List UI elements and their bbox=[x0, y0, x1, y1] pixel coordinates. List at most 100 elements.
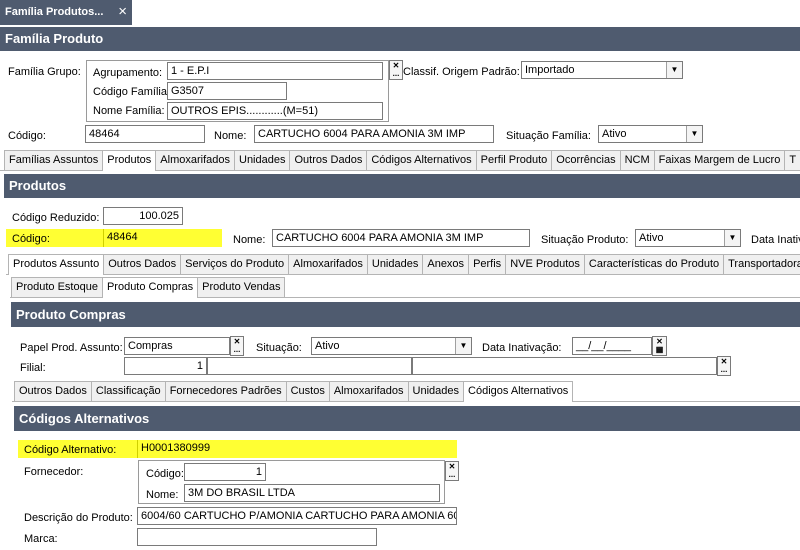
produto-nome-field[interactable]: CARTUCHO 6004 PARA AMONIA 3M IMP bbox=[272, 229, 530, 247]
tab-perfis[interactable]: Perfis bbox=[468, 254, 507, 274]
situacao-produto-label: Situação Produto: bbox=[541, 234, 629, 246]
filial-extra-field[interactable] bbox=[412, 357, 717, 375]
produtos-header: Produtos bbox=[4, 174, 800, 198]
ellipsis-icon[interactable]: ... bbox=[446, 471, 458, 479]
descricao-produto-label: Descrição do Produto: bbox=[24, 512, 133, 524]
filial-codigo-field[interactable]: 1 bbox=[124, 357, 207, 375]
tab-codigos-alternativos-compras[interactable]: Códigos Alternativos bbox=[463, 381, 574, 402]
fornecedor-lookup-button[interactable]: ✕ ... bbox=[445, 461, 459, 481]
nome-familia-label: Nome Família: bbox=[93, 105, 165, 117]
tab-produtos[interactable]: Produtos bbox=[102, 150, 157, 171]
tab-transportadora[interactable]: Transportadora bbox=[723, 254, 800, 274]
tab-familias-assuntos[interactable]: Famílias Assuntos bbox=[4, 150, 104, 170]
classif-select[interactable]: Importado ▼ bbox=[521, 61, 683, 79]
tab-produto-vendas[interactable]: Produto Vendas bbox=[197, 277, 286, 297]
filial-nome-field[interactable] bbox=[207, 357, 412, 375]
tab-classificacao[interactable]: Classificação bbox=[90, 381, 166, 401]
tab-nve-produtos[interactable]: NVE Produtos bbox=[505, 254, 585, 274]
tab-almoxarifados-compras[interactable]: Almoxarifados bbox=[328, 381, 409, 401]
produto-codigo-label: Código: bbox=[12, 233, 50, 245]
codigos-alternativos-header: Códigos Alternativos bbox=[14, 406, 800, 431]
fornecedor-nome-label: Nome: bbox=[146, 489, 179, 501]
tab-more[interactable]: T bbox=[784, 150, 800, 170]
produto-compras-header: Produto Compras bbox=[11, 302, 800, 327]
tab-almoxarifados[interactable]: Almoxarifados bbox=[155, 150, 235, 170]
situacao-familia-label: Situação Família: bbox=[506, 130, 591, 142]
codigo-reduzido-label: Código Reduzido: bbox=[12, 212, 100, 224]
familia-grupo-label: Família Grupo: bbox=[8, 66, 81, 78]
agrupamento-field[interactable]: 1 - E.P.I bbox=[167, 62, 383, 80]
marca-field[interactable] bbox=[137, 528, 377, 546]
window-tab[interactable]: Família Produtos... × bbox=[0, 0, 132, 25]
chevron-down-icon[interactable]: ▼ bbox=[724, 230, 740, 246]
tab-codigos-alternativos[interactable]: Códigos Alternativos bbox=[366, 150, 477, 170]
classif-value: Importado bbox=[525, 64, 575, 76]
chevron-down-icon[interactable]: ▼ bbox=[455, 338, 471, 354]
close-icon[interactable]: × bbox=[118, 0, 127, 24]
situacao-familia-select[interactable]: Ativo ▼ bbox=[598, 125, 703, 143]
compras-situacao-select[interactable]: Ativo ▼ bbox=[311, 337, 472, 355]
codigo-label: Código: bbox=[8, 130, 46, 142]
papel-lookup-button[interactable]: ✕ ... bbox=[230, 336, 244, 356]
produto-codigo-field[interactable]: 48464 bbox=[103, 229, 222, 247]
tab-unidades[interactable]: Unidades bbox=[234, 150, 291, 170]
data-inativacao-field[interactable]: __/__/____ bbox=[572, 337, 652, 355]
tab-custos[interactable]: Custos bbox=[285, 381, 330, 401]
tab-anexos[interactable]: Anexos bbox=[422, 254, 470, 274]
calendar-button[interactable]: ✕ ▦ bbox=[652, 336, 667, 356]
codigo-familia-field[interactable]: G3507 bbox=[167, 82, 287, 100]
calendar-icon[interactable]: ▦ bbox=[653, 346, 666, 354]
fornecedor-nome-field[interactable]: 3M DO BRASIL LTDA bbox=[184, 484, 440, 502]
tab-unidades-produto[interactable]: Unidades bbox=[366, 254, 424, 274]
codigo-alternativo-field[interactable]: H0001380999 bbox=[137, 440, 457, 458]
papel-field[interactable]: Compras bbox=[124, 337, 230, 355]
compras-tabs: Outros Dados Classificação Fornecedores Pa… bbox=[14, 381, 800, 402]
nome-familia-field[interactable]: OUTROS EPIS............(M=51) bbox=[167, 102, 383, 120]
agrupamento-label: Agrupamento: bbox=[93, 67, 163, 79]
filial-lookup-button[interactable]: ✕ ... bbox=[717, 356, 731, 376]
data-inativacao-label: Data Inativação: bbox=[482, 342, 562, 354]
tab-fornecedores-padroes[interactable]: Fornecedores Padrões bbox=[164, 381, 287, 401]
ellipsis-icon[interactable]: ... bbox=[390, 70, 402, 78]
nome-label: Nome: bbox=[214, 130, 247, 142]
page-title: Família Produto bbox=[0, 27, 800, 51]
codigo-alternativo-label: Código Alternativo: bbox=[24, 444, 117, 456]
situacao-familia-value: Ativo bbox=[602, 128, 627, 140]
produto-tabs: Produtos Assunto Outros Dados Serviços do … bbox=[8, 254, 800, 275]
produto-nome-label: Nome: bbox=[233, 234, 266, 246]
tab-perfil-produto[interactable]: Perfil Produto bbox=[475, 150, 553, 170]
nome-field[interactable]: CARTUCHO 6004 PARA AMONIA 3M IMP bbox=[254, 125, 494, 143]
fornecedor-codigo-field[interactable]: 1 bbox=[184, 463, 266, 481]
tab-unidades-compras[interactable]: Unidades bbox=[407, 381, 465, 401]
codigo-familia-label: Código Família: bbox=[93, 86, 171, 98]
compras-situacao-value: Ativo bbox=[315, 340, 340, 352]
ellipsis-icon[interactable]: ... bbox=[231, 346, 243, 354]
main-tabs: Famílias Assuntos Produtos Almoxarifados Un… bbox=[4, 150, 800, 171]
window-tab-title: Família Produtos... bbox=[5, 6, 104, 18]
tab-servicos-produto[interactable]: Serviços do Produto bbox=[180, 254, 290, 274]
tab-faixas-margem[interactable]: Faixas Margem de Lucro bbox=[653, 150, 786, 170]
tab-ocorrencias[interactable]: Ocorrências bbox=[551, 150, 621, 170]
tab-caracteristicas[interactable]: Características do Produto bbox=[583, 254, 725, 274]
tab-outros-dados-produto[interactable]: Outros Dados bbox=[103, 254, 182, 274]
familia-lookup-button[interactable]: ✕ ... bbox=[389, 60, 403, 80]
situacao-produto-select[interactable]: Ativo ▼ bbox=[635, 229, 741, 247]
chevron-down-icon[interactable]: ▼ bbox=[686, 126, 702, 142]
tab-produto-estoque[interactable]: Produto Estoque bbox=[11, 277, 103, 297]
data-inativ-label: Data Inativ bbox=[751, 234, 800, 246]
codigo-reduzido-field[interactable]: 100.025 bbox=[103, 207, 183, 225]
compras-situacao-label: Situação: bbox=[256, 342, 302, 354]
tab-outros-dados-compras[interactable]: Outros Dados bbox=[14, 381, 92, 401]
tab-produto-compras[interactable]: Produto Compras bbox=[101, 277, 199, 298]
descricao-produto-field[interactable]: 6004/60 CARTUCHO P/AMONIA CARTUCHO PARA … bbox=[137, 507, 457, 525]
chevron-down-icon[interactable]: ▼ bbox=[666, 62, 682, 78]
tab-ncm[interactable]: NCM bbox=[619, 150, 655, 170]
tab-outros-dados[interactable]: Outros Dados bbox=[289, 150, 368, 170]
ellipsis-icon[interactable]: ... bbox=[718, 366, 730, 374]
filial-label: Filial: bbox=[20, 362, 46, 374]
fornecedor-codigo-label: Código: bbox=[146, 468, 184, 480]
tab-produtos-assunto[interactable]: Produtos Assunto bbox=[8, 254, 105, 275]
tab-almoxarifados-produto[interactable]: Almoxarifados bbox=[288, 254, 368, 274]
codigo-field[interactable]: 48464 bbox=[85, 125, 205, 143]
classif-label: Classif. Origem Padrão: bbox=[403, 66, 520, 78]
